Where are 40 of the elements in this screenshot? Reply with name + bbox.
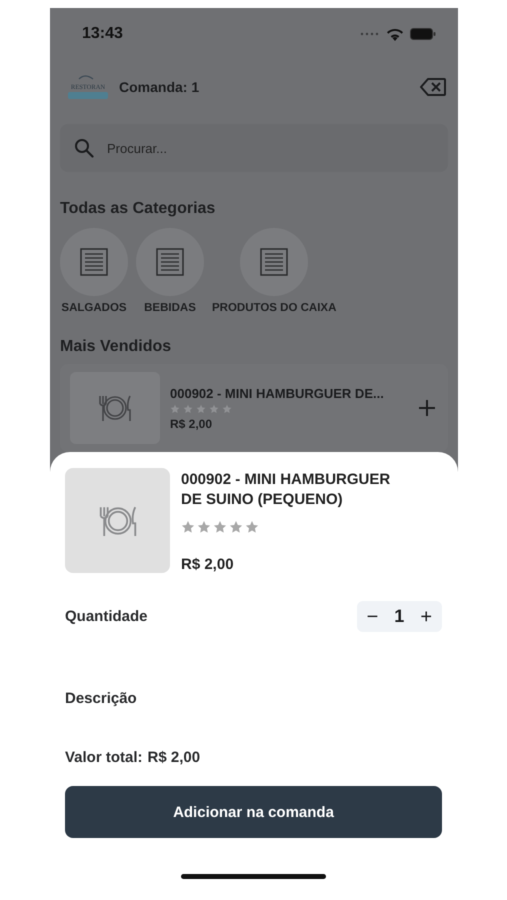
document-icon (79, 247, 109, 277)
quantity-stepper[interactable]: − 1 + (356, 601, 442, 632)
document-icon (259, 247, 290, 277)
star-icon (245, 520, 259, 534)
star-icon (183, 404, 193, 414)
status-time: 13:43 (82, 25, 123, 43)
section-title: Mais Vendidos (60, 338, 172, 356)
description-label: Descrição (65, 690, 138, 707)
document-icon (155, 247, 185, 277)
star-icon (181, 520, 195, 534)
decrement-button[interactable]: − (362, 606, 382, 626)
signal-icon (360, 32, 380, 36)
star-icon (196, 404, 206, 414)
product-name: 000902 - MINI HAMBURGUER DE SUINO (PEQUENO) (181, 470, 392, 510)
wifi-icon (386, 28, 404, 40)
star-icon (229, 520, 243, 534)
search-field[interactable]: Procurar... (60, 124, 448, 172)
product-price: R$ 2,00 (181, 556, 235, 573)
product-name: 000902 - MINI HAMBURGUER DE... (170, 386, 385, 400)
add-to-order-button[interactable]: Adicionar na comanda (65, 786, 442, 838)
clear-order-icon (420, 78, 446, 96)
plus-icon (418, 399, 436, 417)
star-icon (213, 520, 227, 534)
category-label: PRODUTOS DO CAIXA (212, 302, 336, 314)
star-icon (197, 520, 211, 534)
quantity-value: 1 (394, 606, 404, 627)
star-icon (222, 404, 232, 414)
total-value: R$ 2,00 (148, 749, 200, 766)
quantity-label: Quantidade (65, 608, 148, 625)
search-icon (74, 138, 94, 158)
star-icon (209, 404, 219, 414)
total-label: Valor total: (65, 749, 143, 766)
battery-icon (410, 28, 436, 40)
order-title: Comanda: 1 (119, 79, 200, 95)
category-label: BEBIDAS (144, 302, 196, 314)
product-price: R$ 2,00 (170, 416, 214, 430)
category-label: SALGADOS (61, 302, 127, 314)
increment-button[interactable]: + (416, 606, 436, 626)
section-title: Todas as Categorias (60, 200, 216, 218)
star-icon (170, 404, 180, 414)
